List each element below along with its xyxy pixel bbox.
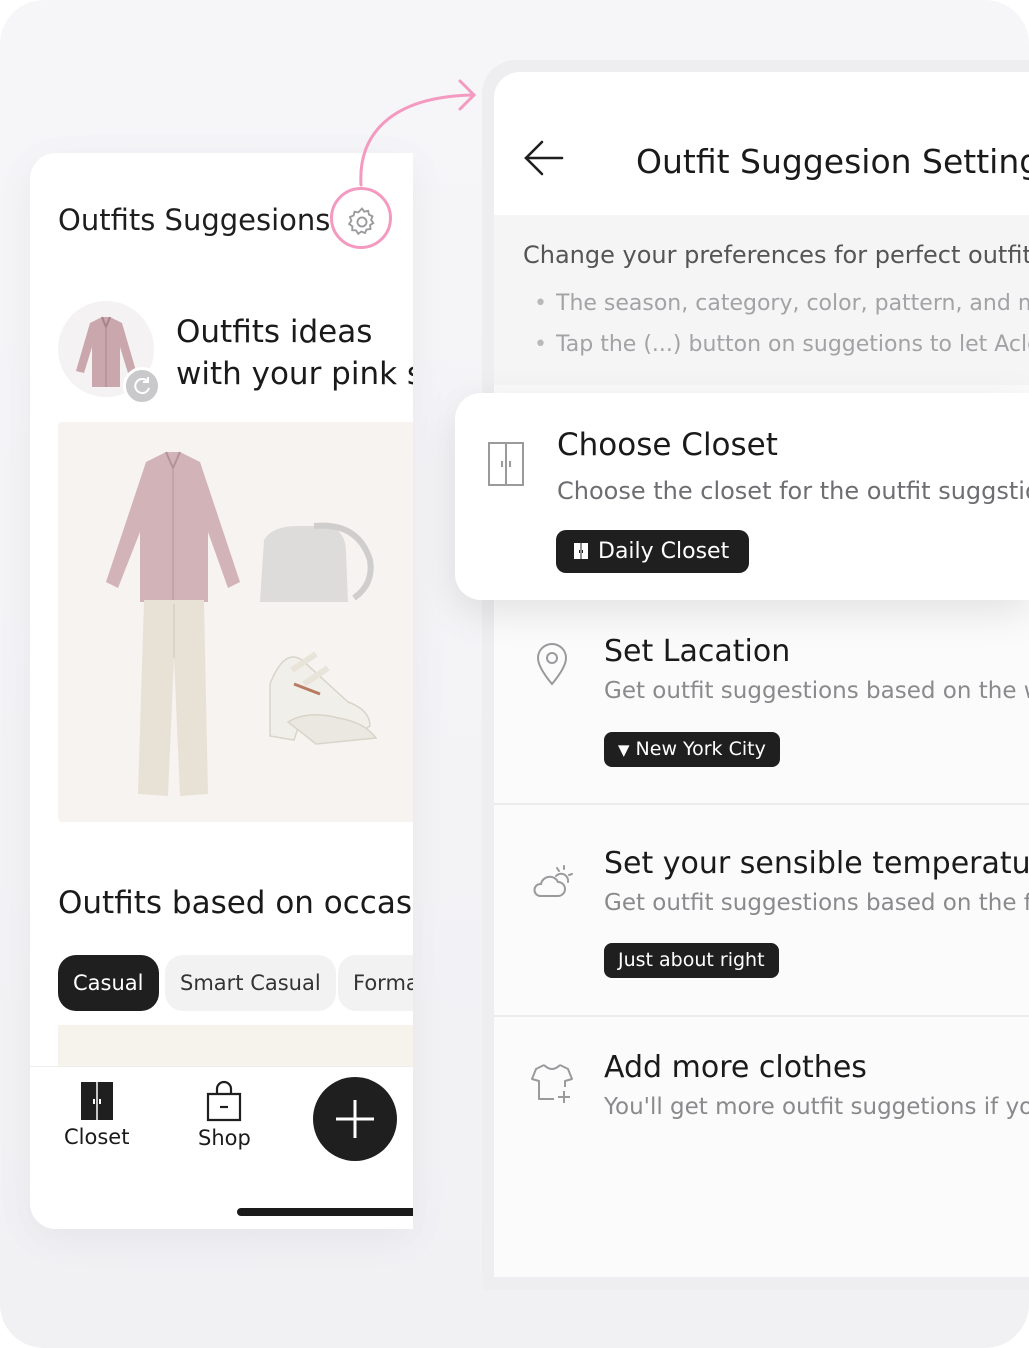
ideas-line-2: with your pink s [176,356,413,392]
closet-icon [80,1082,113,1120]
home-indicator [237,1208,413,1216]
trousers-image [138,600,208,796]
closet-value: Daily Closet [598,539,730,564]
settings-title: Outfit Suggesion Settings [636,142,1029,181]
settings-intro: Change your preferences for perfect outf… [494,215,1029,385]
refresh-icon[interactable] [123,367,161,405]
intro-bullet: The season, category, color, pattern, an… [534,291,1029,316]
outfit-ideas-heading: Outfits ideas with your pink s [176,311,413,395]
closet-value-tag[interactable]: Daily Closet [556,530,750,573]
location-desc: Get outfit suggestions based on the wea [604,678,1029,704]
choose-closet-desc: Choose the closet for the outfit suggsti… [557,477,1029,505]
page-title: Outfits Suggesions [58,203,331,237]
section-divider [494,1015,1029,1017]
location-title: Set Lacation [604,634,791,669]
bottom-nav: Closet Shop [30,1066,413,1229]
gear-icon[interactable] [345,205,379,239]
outfit-board[interactable] [58,422,413,822]
intro-heading: Change your preferences for perfect outf… [523,241,1029,269]
location-value: New York City [635,738,766,760]
temperature-title: Set your sensible temperature [604,846,1029,881]
nav-closet-label: Closet [64,1125,130,1149]
add-clothes-title: Add more clothes [604,1050,867,1085]
choose-closet-card[interactable]: Choose Closet Choose the closet for the … [455,393,1029,600]
outfit-settings-screen: Outfit Suggesion Settings Change your pr… [494,72,1029,1277]
add-clothes-desc[interactable]: You'll get more outfit suggetions if you… [604,1094,1029,1120]
choose-closet-title: Choose Closet [557,427,778,463]
nav-shop-label: Shop [198,1126,251,1150]
temperature-desc: Get outfit suggestions based on the feel… [604,890,1029,916]
outfit-suggestions-screen: Outfits Suggesions Outfits ideas with yo… [30,153,413,1229]
connector-arrow [359,79,477,187]
chip-formal[interactable]: Forma [338,955,413,1011]
bag-image [260,526,348,602]
sun-cloud-icon [533,865,573,897]
occasion-heading: Outfits based on occasio [58,885,413,921]
wardrobe-icon [488,442,524,486]
plus-icon [336,1100,374,1138]
back-arrow-icon[interactable] [522,138,566,178]
location-pin-small-icon: ▼ [618,741,630,759]
closet-small-icon [574,543,588,559]
section-divider [494,803,1029,805]
ideas-line-1: Outfits ideas [176,314,373,350]
nav-closet[interactable]: Closet [64,1067,129,1149]
location-value-tag[interactable]: ▼ New York City [604,732,780,767]
shop-bag-icon [207,1080,242,1122]
location-pin-icon [536,643,568,686]
chip-casual[interactable]: Casual [58,955,159,1011]
temperature-value-tag[interactable]: Just about right [604,943,779,978]
tshirt-add-icon [531,1064,573,1103]
settings-header: Outfit Suggesion Settings [494,72,1029,215]
app-showcase: Outfits Suggesions Outfits ideas with yo… [0,0,1029,1348]
chip-smart-casual[interactable]: Smart Casual [165,955,336,1011]
intro-bullet: Tap the (...) button on suggetions to le… [534,332,1029,357]
outfit-illustration [106,451,378,796]
add-button[interactable] [313,1077,397,1161]
nav-shop[interactable]: Shop [198,1067,251,1150]
